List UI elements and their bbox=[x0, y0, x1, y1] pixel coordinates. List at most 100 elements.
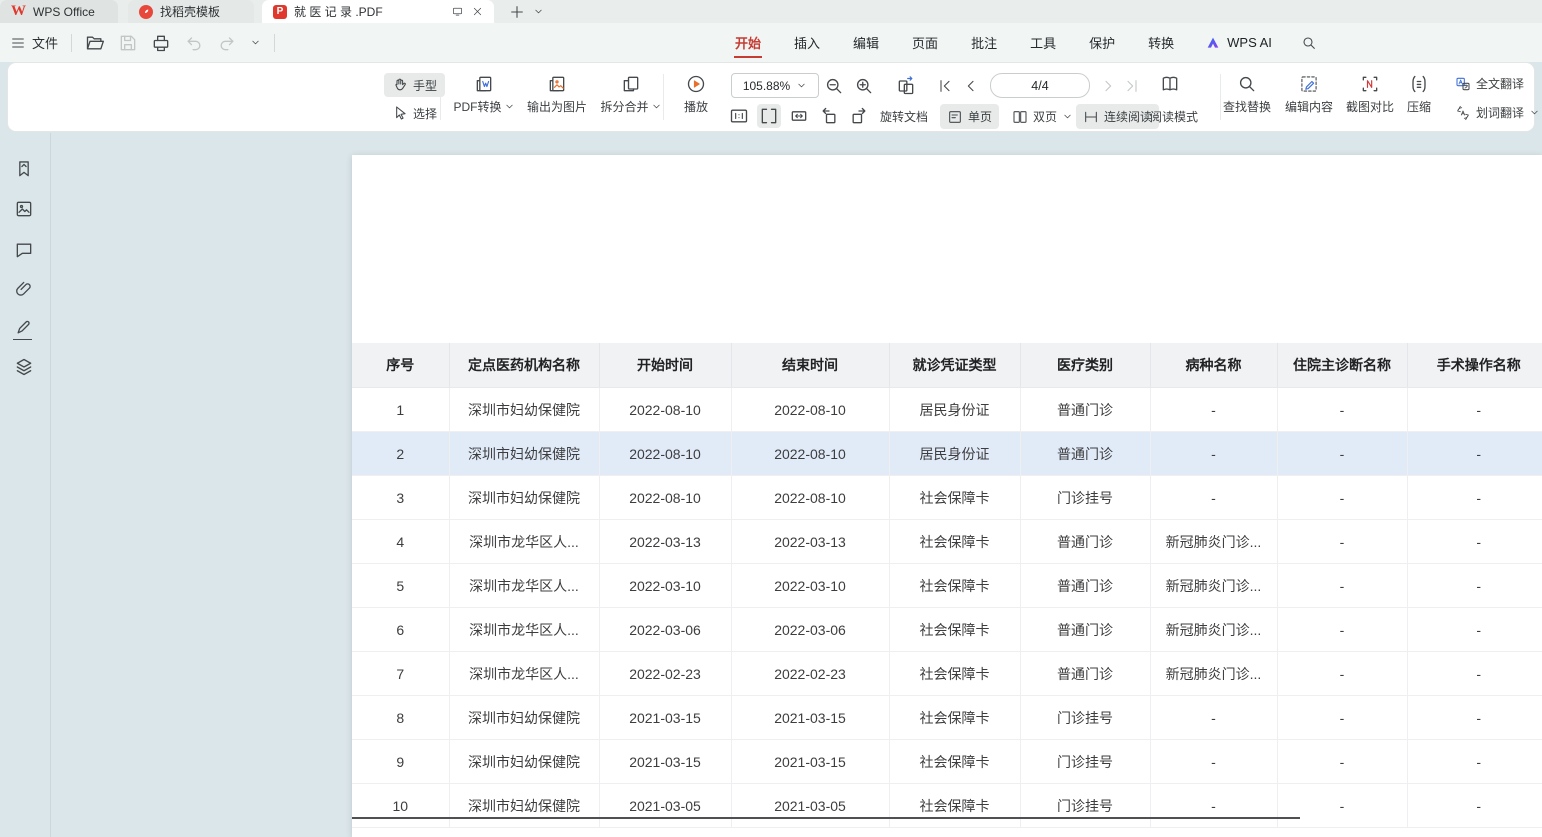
table-cell: 1 bbox=[352, 388, 449, 432]
first-page-button[interactable] bbox=[933, 74, 957, 98]
redo-button[interactable] bbox=[217, 33, 237, 53]
table-cell: 2022-08-10 bbox=[599, 388, 731, 432]
new-tab-button[interactable] bbox=[509, 0, 525, 23]
table-cell: - bbox=[1407, 520, 1542, 564]
zoom-in-button[interactable] bbox=[852, 74, 876, 98]
read-mode-button[interactable] bbox=[1158, 72, 1182, 96]
table-cell: 社会保障卡 bbox=[889, 520, 1020, 564]
zoom-level-select[interactable]: 105.88% bbox=[731, 73, 819, 98]
table-cell: - bbox=[1407, 432, 1542, 476]
zoom-out-button[interactable] bbox=[822, 74, 846, 98]
table-cell: 社会保障卡 bbox=[889, 476, 1020, 520]
compress-button[interactable]: 压缩 bbox=[1391, 74, 1447, 115]
screenshot-compare-icon bbox=[1360, 74, 1380, 94]
undo-button[interactable] bbox=[184, 33, 204, 53]
ribbon-toolbar: 手型 选择 PDF转换 输出为图片 拆分合并 bbox=[7, 62, 1535, 132]
quick-access-chevron-icon[interactable] bbox=[250, 37, 261, 48]
menu-page[interactable]: 页面 bbox=[910, 22, 940, 63]
full-translate-button[interactable]: 全文翻译 bbox=[1455, 75, 1524, 92]
read-mode-label[interactable]: 阅读模式 bbox=[1150, 104, 1198, 129]
signature-panel-button[interactable] bbox=[12, 315, 36, 339]
actual-size-button[interactable] bbox=[727, 104, 751, 128]
tab-document[interactable]: P 就 医 记 录 .PDF bbox=[262, 0, 494, 23]
table-cell: 普通门诊 bbox=[1020, 608, 1150, 652]
last-page-icon bbox=[1124, 78, 1140, 94]
open-file-button[interactable] bbox=[85, 33, 105, 53]
table-cell: 2022-03-06 bbox=[599, 608, 731, 652]
previous-page-button[interactable] bbox=[959, 74, 983, 98]
table-cell: 居民身份证 bbox=[889, 432, 1020, 476]
table-cell: 深圳市妇幼保健院 bbox=[449, 696, 599, 740]
tab-docer-templates[interactable]: 找稻壳模板 bbox=[128, 0, 254, 23]
attachment-panel-button[interactable] bbox=[12, 277, 36, 301]
swap-pages-button[interactable] bbox=[894, 74, 918, 98]
fit-page-button[interactable] bbox=[787, 104, 811, 128]
table-cell: 普通门诊 bbox=[1020, 564, 1150, 608]
table-cell: 门诊挂号 bbox=[1020, 740, 1150, 784]
table-cell: - bbox=[1150, 740, 1277, 784]
chevron-down-icon bbox=[796, 80, 807, 91]
fit-width-button[interactable] bbox=[757, 104, 781, 128]
tab-list-chevron-icon[interactable] bbox=[533, 0, 544, 23]
single-page-button[interactable]: 单页 bbox=[940, 104, 999, 129]
thumbnail-panel-button[interactable] bbox=[12, 197, 36, 221]
attachment-icon bbox=[14, 279, 34, 299]
menu-home[interactable]: 开始 bbox=[733, 22, 763, 63]
rotate-document-label[interactable]: 旋转文档 bbox=[880, 104, 928, 129]
tab-wps-home[interactable]: W WPS Office bbox=[0, 0, 118, 23]
file-menu-button[interactable]: 文件 bbox=[10, 33, 58, 52]
menu-convert[interactable]: 转换 bbox=[1146, 22, 1176, 63]
table-cell: - bbox=[1277, 608, 1407, 652]
next-page-button[interactable] bbox=[1096, 74, 1120, 98]
comment-icon bbox=[14, 240, 34, 260]
layers-panel-button[interactable] bbox=[12, 355, 36, 379]
save-button[interactable] bbox=[118, 33, 138, 53]
close-tab-icon[interactable] bbox=[472, 6, 483, 17]
last-page-button[interactable] bbox=[1120, 74, 1144, 98]
print-button[interactable] bbox=[151, 33, 171, 53]
hand-tool-button[interactable]: 手型 bbox=[384, 73, 445, 97]
menu-edit[interactable]: 编辑 bbox=[851, 22, 881, 63]
rotate-right-button[interactable] bbox=[847, 104, 871, 128]
play-button[interactable]: 播放 bbox=[658, 74, 734, 115]
table-cell: 2022-08-10 bbox=[731, 476, 889, 520]
pdf-convert-button[interactable]: PDF转换 bbox=[446, 74, 522, 115]
table-cell: 9 bbox=[352, 740, 449, 784]
word-translate-button[interactable]: 划词翻译 bbox=[1455, 104, 1540, 121]
redo-icon bbox=[217, 33, 237, 53]
table-cell: 普通门诊 bbox=[1020, 520, 1150, 564]
wps-ai-button[interactable]: WPS AI bbox=[1205, 35, 1272, 51]
select-tool-button[interactable]: 选择 bbox=[384, 101, 445, 125]
table-cell: - bbox=[1150, 432, 1277, 476]
table-cell: 新冠肺炎门诊... bbox=[1150, 564, 1277, 608]
table-cell: - bbox=[1150, 476, 1277, 520]
table-cell: - bbox=[1407, 388, 1542, 432]
menu-tools[interactable]: 工具 bbox=[1028, 22, 1058, 63]
pdf-convert-icon bbox=[474, 74, 494, 94]
rotate-left-button[interactable] bbox=[817, 104, 841, 128]
menu-annotate[interactable]: 批注 bbox=[969, 22, 999, 63]
comment-panel-button[interactable] bbox=[12, 238, 36, 262]
table-cell: - bbox=[1277, 432, 1407, 476]
page-number-input[interactable]: 4/4 bbox=[990, 73, 1090, 98]
previous-page-icon bbox=[963, 78, 979, 94]
bookmark-panel-button[interactable] bbox=[12, 157, 36, 181]
double-page-button[interactable]: 双页 bbox=[1005, 104, 1080, 129]
table-cell: - bbox=[1407, 784, 1542, 828]
menu-insert[interactable]: 插入 bbox=[792, 22, 822, 63]
continuous-read-button[interactable]: 连续阅读 bbox=[1076, 104, 1159, 129]
menu-search-button[interactable] bbox=[1301, 35, 1317, 51]
table-cell: 新冠肺炎门诊... bbox=[1150, 608, 1277, 652]
play-icon bbox=[686, 74, 706, 94]
table-cell: 深圳市妇幼保健院 bbox=[449, 740, 599, 784]
table-cell: 社会保障卡 bbox=[889, 740, 1020, 784]
export-image-button[interactable]: 输出为图片 bbox=[519, 74, 595, 115]
zoom-out-icon bbox=[824, 76, 844, 96]
wps-ai-icon bbox=[1205, 35, 1221, 51]
document-side-panel bbox=[0, 133, 51, 837]
monitor-icon[interactable] bbox=[452, 6, 463, 17]
menu-protect[interactable]: 保护 bbox=[1087, 22, 1117, 63]
table-cell: 深圳市妇幼保健院 bbox=[449, 476, 599, 520]
printer-icon bbox=[151, 33, 171, 53]
book-icon bbox=[1160, 74, 1180, 94]
